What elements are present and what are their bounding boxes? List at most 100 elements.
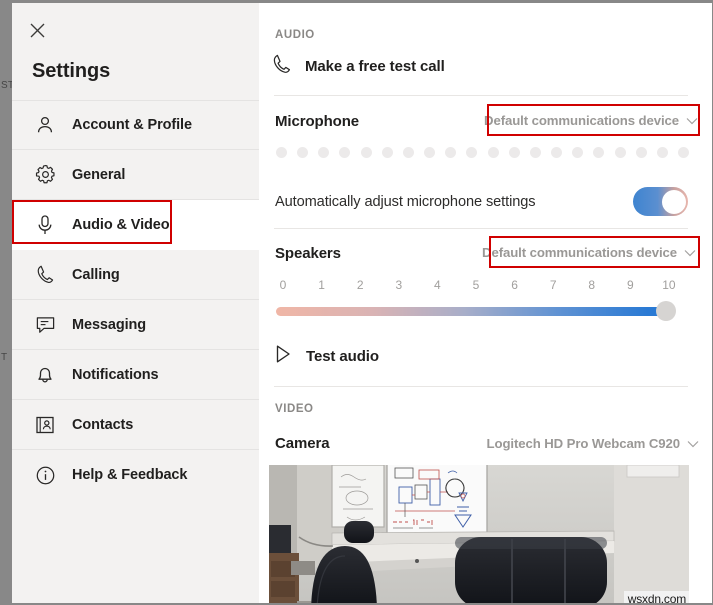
sidebar-nav: Account & Profile General Audio & Video … <box>12 100 259 500</box>
mic-level-dot <box>614 147 626 158</box>
info-circle-icon <box>32 462 58 488</box>
mic-level-dot <box>529 147 541 158</box>
camera-preview-image <box>269 465 689 603</box>
microphone-icon <box>32 212 58 238</box>
sidebar-item-label: General <box>72 166 126 183</box>
sidebar-item-label: Account & Profile <box>72 117 192 133</box>
divider <box>274 386 688 387</box>
mic-level-dot <box>424 147 436 158</box>
page-title: Settings <box>32 60 111 82</box>
speakers-device-dropdown[interactable]: Default communications device <box>482 245 696 260</box>
microphone-label: Microphone <box>275 113 359 130</box>
mic-level-dot <box>551 147 563 158</box>
volume-tick: 7 <box>549 278 557 292</box>
sidebar-item-label: Audio & Video <box>72 216 170 233</box>
mic-level-dot <box>635 147 647 158</box>
divider <box>274 228 688 229</box>
mic-level-dot <box>360 147 372 158</box>
scroll-gutter[interactable] <box>708 3 712 603</box>
volume-tick: 8 <box>588 278 596 292</box>
microphone-level-indicator <box>276 147 689 158</box>
mic-level-dot <box>339 147 351 158</box>
make-test-call-label: Make a free test call <box>305 58 445 75</box>
speaker-volume-slider[interactable] <box>276 301 676 321</box>
close-icon <box>30 23 44 37</box>
auto-adjust-microphone-row: Automatically adjust microphone settings <box>275 187 688 216</box>
gear-icon <box>32 162 58 188</box>
sidebar-item-label: Notifications <box>72 366 159 383</box>
background-ghost-text-2: T <box>1 352 8 363</box>
make-test-call-button[interactable]: Make a free test call <box>271 53 445 80</box>
chevron-down-icon <box>687 440 699 448</box>
mic-level-dot <box>276 147 287 158</box>
mic-level-dot <box>445 147 457 158</box>
phone-icon <box>32 262 58 288</box>
mic-level-dot <box>487 147 499 158</box>
volume-tick: 6 <box>511 278 518 292</box>
sidebar-item-label: Messaging <box>72 316 147 333</box>
bell-icon <box>32 362 58 388</box>
volume-tick: 2 <box>356 278 364 292</box>
sidebar-item-calling[interactable]: Calling <box>12 250 259 300</box>
mic-level-dot <box>508 147 520 158</box>
speakers-device-value: Default communications device <box>482 245 677 260</box>
chevron-down-icon <box>684 249 696 257</box>
sidebar-item-messaging[interactable]: Messaging <box>12 300 259 350</box>
test-audio-button[interactable]: Test audio <box>272 343 379 370</box>
microphone-device-value: Default communications device <box>484 113 679 128</box>
play-icon <box>272 343 294 370</box>
volume-tick: 4 <box>434 278 441 292</box>
settings-main-pane: AUDIO Make a free test call Microphone D… <box>259 3 712 603</box>
slider-track <box>276 307 668 316</box>
sidebar-item-contacts[interactable]: Contacts <box>12 400 259 450</box>
volume-tick: 3 <box>395 278 403 292</box>
volume-tick: 0 <box>279 278 287 292</box>
screen-root: ST T Settings Account & Profile General … <box>0 0 713 605</box>
auto-adjust-microphone-label: Automatically adjust microphone settings <box>275 193 536 210</box>
mic-level-dot <box>402 147 414 158</box>
camera-device-dropdown[interactable]: Logitech HD Pro Webcam C920 <box>487 436 699 451</box>
settings-dialog: Settings Account & Profile General Audio… <box>12 3 712 603</box>
mic-level-dot <box>381 147 393 158</box>
auto-adjust-microphone-toggle[interactable] <box>633 187 688 216</box>
speakers-label: Speakers <box>275 245 341 262</box>
sidebar-item-general[interactable]: General <box>12 150 259 200</box>
test-audio-label: Test audio <box>306 348 379 365</box>
phone-icon <box>271 53 293 80</box>
person-icon <box>32 112 58 138</box>
mic-level-dot <box>318 147 330 158</box>
video-section-heading: VIDEO <box>275 403 314 415</box>
divider <box>274 95 688 96</box>
audio-section-heading: AUDIO <box>275 29 315 41</box>
sidebar-item-account-profile[interactable]: Account & Profile <box>12 100 259 150</box>
close-button[interactable] <box>21 14 53 46</box>
microphone-device-dropdown[interactable]: Default communications device <box>484 113 698 128</box>
volume-tick: 5 <box>472 278 480 292</box>
volume-tick: 1 <box>318 278 325 292</box>
settings-sidebar: Settings Account & Profile General Audio… <box>12 3 259 603</box>
contact-card-icon <box>32 412 58 438</box>
mic-level-dot <box>656 147 668 158</box>
sidebar-item-label: Calling <box>72 266 120 283</box>
mic-level-dot <box>593 147 605 158</box>
mic-level-dot <box>297 147 309 158</box>
toggle-knob <box>661 189 686 214</box>
volume-tick: 10 <box>662 278 676 292</box>
sidebar-item-label: Contacts <box>72 416 134 433</box>
mic-level-dot <box>466 147 478 158</box>
camera-label: Camera <box>275 435 330 452</box>
camera-device-value: Logitech HD Pro Webcam C920 <box>486 436 681 451</box>
sidebar-item-label: Help & Feedback <box>72 467 188 483</box>
sidebar-item-notifications[interactable]: Notifications <box>12 350 259 400</box>
sidebar-item-help-feedback[interactable]: Help & Feedback <box>12 450 259 500</box>
camera-preview: wsxdn.com <box>269 465 689 603</box>
mic-level-dot <box>677 147 689 158</box>
volume-tick-labels: 0 1 2 3 4 5 6 7 8 9 10 <box>276 278 676 292</box>
watermark: wsxdn.com <box>623 591 689 603</box>
sidebar-item-audio-video[interactable]: Audio & Video <box>12 200 259 250</box>
chat-bubble-icon <box>32 312 58 338</box>
chevron-down-icon <box>686 117 698 125</box>
mic-level-dot <box>572 147 584 158</box>
volume-tick: 9 <box>627 278 634 292</box>
slider-thumb[interactable] <box>656 301 676 321</box>
